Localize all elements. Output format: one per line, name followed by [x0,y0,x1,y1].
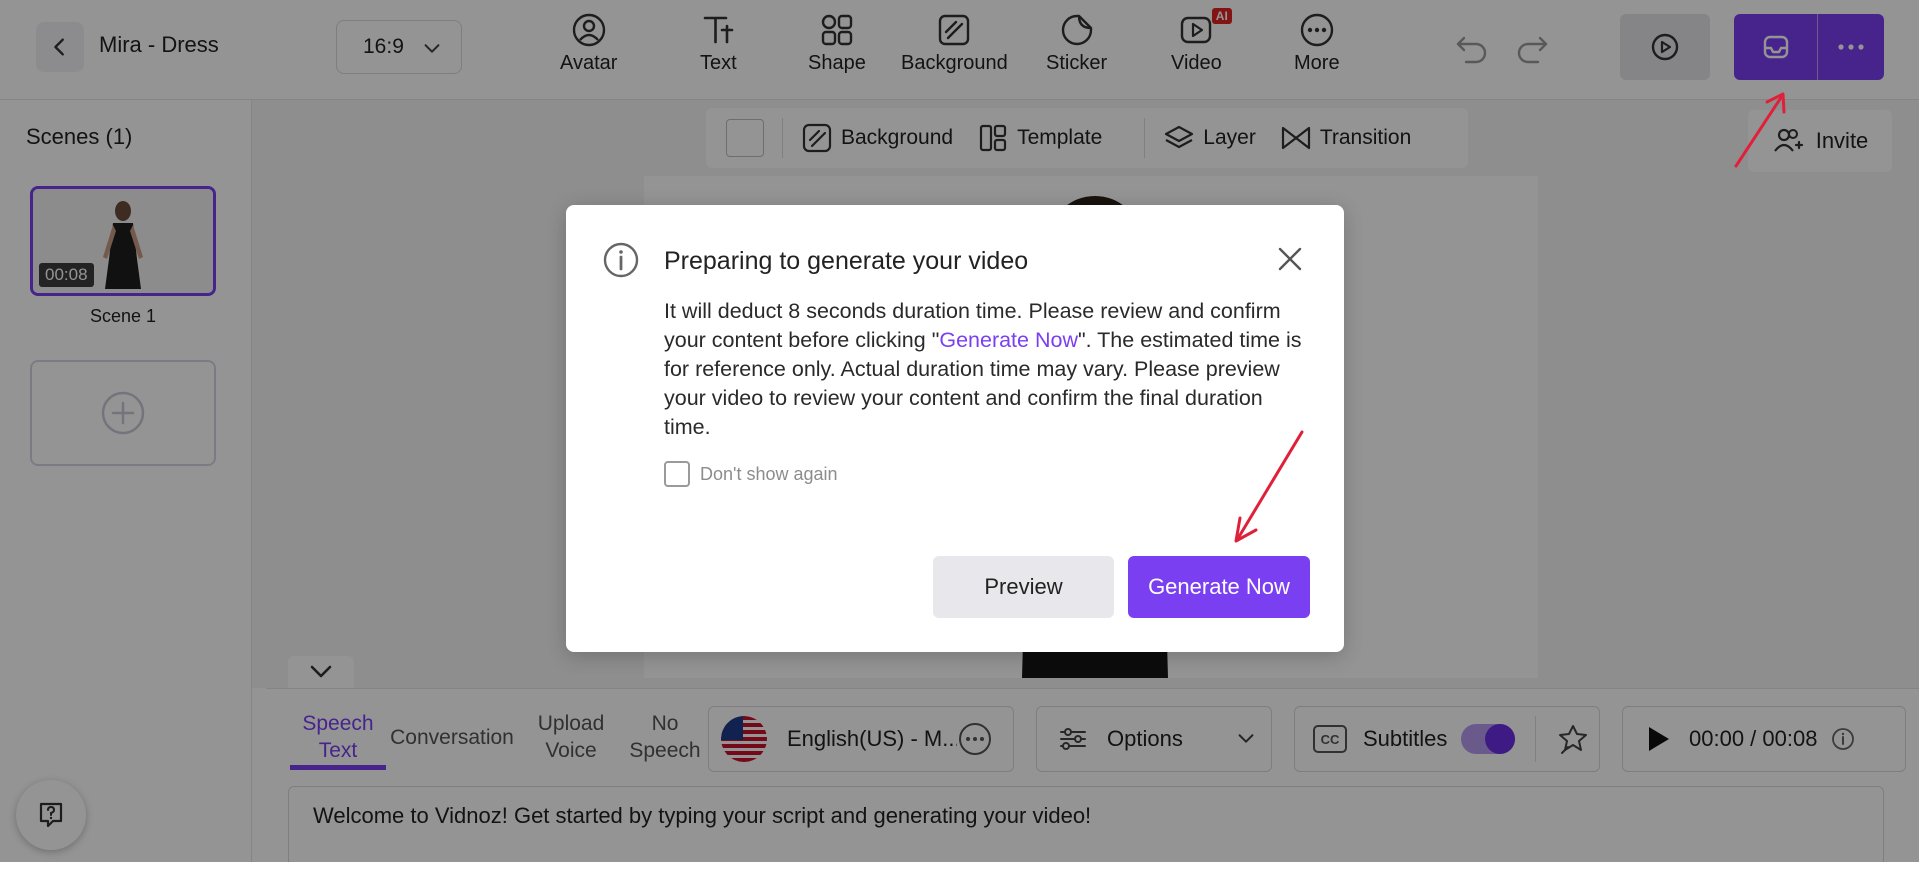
bottom-strip [0,862,1919,870]
dialog-title: Preparing to generate your video [664,247,1029,275]
generate-confirm-dialog: Preparing to generate your video It will… [566,205,1344,652]
preview-button[interactable]: Preview [933,556,1114,618]
generate-now-button[interactable]: Generate Now [1128,556,1310,618]
close-icon[interactable] [1276,245,1304,273]
dont-show-again-checkbox[interactable]: Don't show again [664,461,838,487]
editor-app: Mira - Dress 16:9 Avatar Text Shape Back… [0,0,1919,870]
info-icon [603,242,639,278]
dialog-message: It will deduct 8 seconds duration time. … [664,297,1314,442]
generate-now-link: Generate Now [939,328,1078,352]
checkbox-box[interactable] [664,461,690,487]
dont-show-again-label: Don't show again [700,463,838,484]
